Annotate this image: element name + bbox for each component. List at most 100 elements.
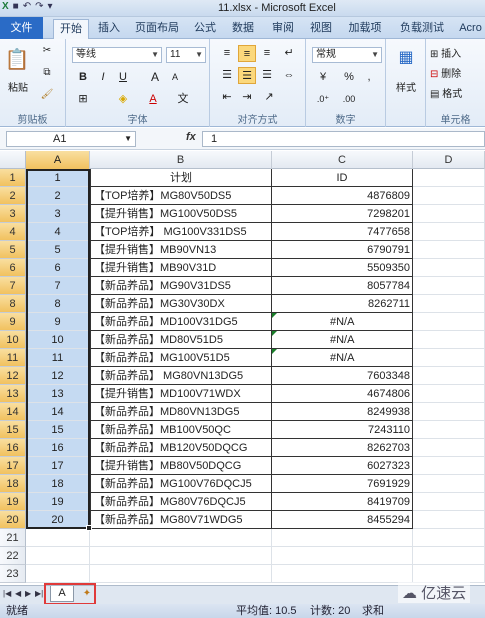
shrink-font-button[interactable]: A: [166, 69, 184, 86]
cell-b[interactable]: [90, 565, 272, 583]
cell-b[interactable]: [90, 529, 272, 547]
row-header[interactable]: 23: [0, 565, 26, 583]
row-header[interactable]: 11: [0, 349, 26, 367]
select-all-corner[interactable]: [0, 151, 26, 169]
cell-c[interactable]: 8057784: [272, 277, 413, 295]
cell-d[interactable]: [413, 547, 485, 565]
orientation-icon[interactable]: ↗: [260, 89, 278, 106]
increase-indent-icon[interactable]: ⇥: [238, 89, 256, 106]
comma-button[interactable]: ,: [360, 69, 378, 86]
cell-a[interactable]: [26, 547, 90, 565]
column-header-b[interactable]: B: [90, 151, 272, 169]
cell-c[interactable]: #N/A: [272, 349, 413, 367]
row-header[interactable]: 17: [0, 457, 26, 475]
cut-icon[interactable]: ✂: [40, 45, 54, 56]
cell-b[interactable]: 【提升销售】MD100V71WDX: [90, 385, 272, 403]
tab-data[interactable]: 数据: [228, 19, 258, 39]
bold-button[interactable]: B: [74, 69, 92, 86]
cell-b[interactable]: 【新品养品】MD80VN13DG5: [90, 403, 272, 421]
row-header[interactable]: 2: [0, 187, 26, 205]
cell-a[interactable]: 4: [26, 223, 90, 241]
cell-b[interactable]: 【新品养品】MB100V50QC: [90, 421, 272, 439]
cell-d[interactable]: [413, 403, 485, 421]
cell-b[interactable]: 【新品养品】MB120V50DQCG: [90, 439, 272, 457]
row-header[interactable]: 1: [0, 169, 26, 187]
cell-b[interactable]: 【提升销售】MB90VN13: [90, 241, 272, 259]
tab-addins[interactable]: 加载项: [344, 19, 386, 39]
format-painter-icon[interactable]: 🖌: [40, 89, 54, 100]
cell-b[interactable]: 【提升销售】MB90V31D: [90, 259, 272, 277]
first-sheet-icon[interactable]: |◀: [3, 589, 11, 598]
cell-d[interactable]: [413, 349, 485, 367]
fill-handle[interactable]: [86, 525, 92, 531]
cell-b[interactable]: 【TOP培养】MG80V50DS5: [90, 187, 272, 205]
cell-a[interactable]: 13: [26, 385, 90, 403]
cell-a[interactable]: 3: [26, 205, 90, 223]
undo-icon[interactable]: ↶: [23, 1, 31, 12]
phonetic-icon[interactable]: 文: [174, 91, 192, 108]
tab-view[interactable]: 视图: [306, 19, 336, 39]
row-header[interactable]: 15: [0, 421, 26, 439]
cell-a[interactable]: 20: [26, 511, 90, 529]
cell-b[interactable]: 【新品养品】MG80V71WDG5: [90, 511, 272, 529]
cell-b[interactable]: 【新品养品】MG30V30DX: [90, 295, 272, 313]
row-header[interactable]: 14: [0, 403, 26, 421]
customize-icon[interactable]: ▾: [48, 1, 53, 12]
cell-b[interactable]: 【新品养品】MG90V31DS5: [90, 277, 272, 295]
cell-a[interactable]: 10: [26, 331, 90, 349]
row-header[interactable]: 21: [0, 529, 26, 547]
tab-review[interactable]: 审阅: [268, 19, 298, 39]
cell-b[interactable]: 计划: [90, 169, 272, 187]
column-header-c[interactable]: C: [272, 151, 413, 169]
row-header[interactable]: 12: [0, 367, 26, 385]
row-header[interactable]: 9: [0, 313, 26, 331]
cell-d[interactable]: [413, 367, 485, 385]
cell-d[interactable]: [413, 259, 485, 277]
align-top-icon[interactable]: ≡: [218, 45, 236, 62]
align-center-icon[interactable]: ☰: [238, 67, 256, 84]
cell-a[interactable]: 12: [26, 367, 90, 385]
cell-c[interactable]: 6790791: [272, 241, 413, 259]
row-header[interactable]: 13: [0, 385, 26, 403]
tab-formulas[interactable]: 公式: [190, 19, 220, 39]
cell-d[interactable]: [413, 277, 485, 295]
cell-d[interactable]: [413, 205, 485, 223]
worksheet-grid[interactable]: A B C D 1 1 计划 ID 2 2 【TOP培养】MG80V50DS5 4876809…: [0, 151, 485, 585]
cell-b[interactable]: 【提升销售】MG100V50DS5: [90, 205, 272, 223]
row-header[interactable]: 10: [0, 331, 26, 349]
cell-c[interactable]: [272, 529, 413, 547]
cell-d[interactable]: [413, 331, 485, 349]
row-header[interactable]: 3: [0, 205, 26, 223]
cell-a[interactable]: 15: [26, 421, 90, 439]
prev-sheet-icon[interactable]: ◀: [15, 589, 21, 598]
cell-c[interactable]: 7243110: [272, 421, 413, 439]
cell-b[interactable]: 【新品养品】MD80V51D5: [90, 331, 272, 349]
percent-button[interactable]: %: [340, 69, 358, 86]
copy-icon[interactable]: ⧉: [40, 67, 54, 78]
fx-icon[interactable]: fx: [186, 131, 196, 143]
cell-c[interactable]: #N/A: [272, 331, 413, 349]
row-header[interactable]: 22: [0, 547, 26, 565]
tab-insert[interactable]: 插入: [94, 19, 124, 39]
new-sheet-icon[interactable]: ✦: [80, 588, 94, 600]
align-left-icon[interactable]: ☰: [218, 67, 236, 84]
cell-a[interactable]: 19: [26, 493, 90, 511]
format-cells-button[interactable]: ▤ 格式: [430, 85, 480, 100]
fill-color-icon[interactable]: ◈: [114, 91, 132, 108]
cell-c[interactable]: 8262711: [272, 295, 413, 313]
wrap-text-icon[interactable]: ↵: [280, 45, 298, 62]
name-box[interactable]: A1 ▼: [6, 131, 136, 147]
align-right-icon[interactable]: ☰: [258, 67, 276, 84]
last-sheet-icon[interactable]: ▶|: [35, 589, 43, 598]
cell-a[interactable]: 8: [26, 295, 90, 313]
row-header[interactable]: 4: [0, 223, 26, 241]
font-size-select[interactable]: 11 ▼: [166, 47, 206, 63]
italic-button[interactable]: I: [94, 69, 112, 86]
error-indicator-icon[interactable]: [272, 313, 277, 318]
merge-center-icon[interactable]: ⇔: [280, 67, 298, 84]
row-header[interactable]: 8: [0, 295, 26, 313]
cell-c[interactable]: 8262703: [272, 439, 413, 457]
cell-c[interactable]: 7603348: [272, 367, 413, 385]
cell-a[interactable]: 11: [26, 349, 90, 367]
styles-button[interactable]: 样式: [390, 79, 422, 94]
